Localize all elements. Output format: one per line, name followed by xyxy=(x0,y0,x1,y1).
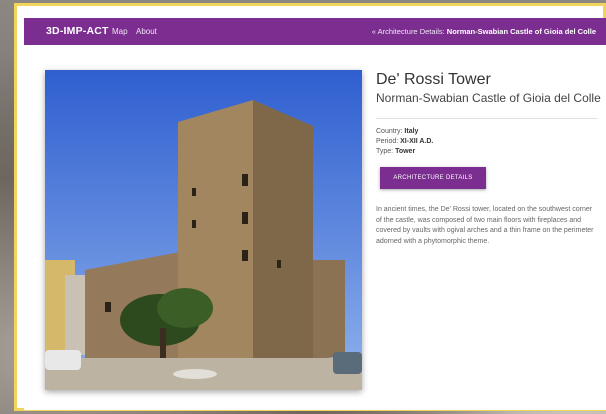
page-title: De' Rossi Tower xyxy=(376,71,491,88)
period-label: Period: xyxy=(376,138,399,145)
type-label: Type: xyxy=(376,148,394,155)
meta-type: Type: Tower xyxy=(376,147,601,157)
breadcrumb: « Architecture Details: Norman-Swabian C… xyxy=(372,27,596,36)
brand-logo[interactable]: 3D-IMP-ACT xyxy=(46,25,109,37)
detail-panel: De' Rossi Tower Norman-Swabian Castle of… xyxy=(376,70,601,247)
page-subtitle: Norman-Swabian Castle of Gioia del Colle xyxy=(376,91,601,105)
description: In ancient times, the De' Rossi tower, l… xyxy=(376,206,594,245)
architecture-details-button[interactable]: ARCHITECTURE DETAILS xyxy=(380,167,486,189)
type-value: Tower xyxy=(395,148,416,155)
page: 3D-IMP-ACT Map About « Architecture Deta… xyxy=(24,18,606,410)
nav-link-map[interactable]: Map xyxy=(112,27,128,36)
meta-country: Country: Italy xyxy=(376,127,601,137)
country-value: Italy xyxy=(404,128,419,135)
nav-link-about[interactable]: About xyxy=(136,27,157,36)
tower-photo xyxy=(45,70,362,390)
navbar: 3D-IMP-ACT Map About « Architecture Deta… xyxy=(24,18,606,45)
country-label: Country: xyxy=(376,128,403,135)
breadcrumb-current: Norman-Swabian Castle of Gioia del Colle xyxy=(446,27,596,36)
meta-period: Period: XI-XII A.D. xyxy=(376,137,601,147)
divider xyxy=(376,118,598,119)
breadcrumb-back-link[interactable]: « Architecture Details: xyxy=(372,27,445,36)
period-value: XI-XII A.D. xyxy=(400,138,434,145)
